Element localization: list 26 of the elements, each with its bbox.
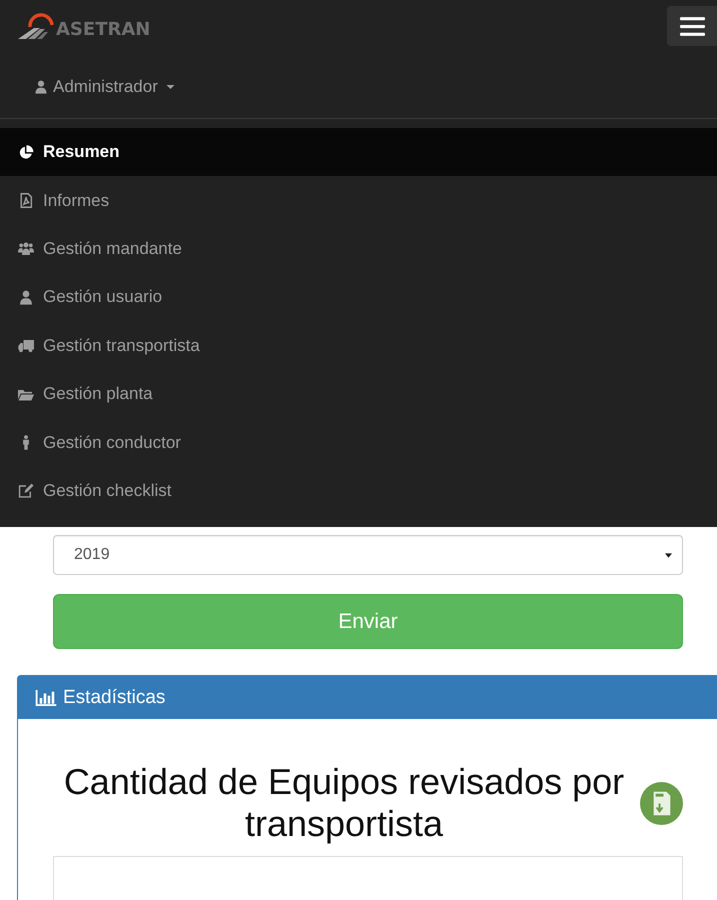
menu-button[interactable] xyxy=(667,6,717,46)
users-icon xyxy=(18,241,34,256)
nav-item[interactable]: Informes xyxy=(0,176,717,225)
panel-title: Estadísticas xyxy=(63,686,166,709)
pdf-file-icon xyxy=(18,193,34,208)
user-menu[interactable]: Administrador xyxy=(34,77,175,97)
menu-icon xyxy=(680,16,704,36)
caret-icon xyxy=(166,85,175,89)
caret-icon xyxy=(665,552,672,558)
nav-item[interactable]: Gestión mandante xyxy=(0,224,717,274)
bar-chart-icon xyxy=(35,690,57,706)
nav-item[interactable]: Resumen xyxy=(0,128,717,176)
nav-item[interactable]: Gestión usuario xyxy=(0,273,717,322)
user-icon xyxy=(34,80,48,94)
truck-icon xyxy=(18,338,34,354)
pie-chart-icon xyxy=(18,144,34,160)
nav-item[interactable]: Gestión transportista xyxy=(0,322,717,370)
chart-title: Cantidad de Equipos revisados por transportista xyxy=(62,761,626,846)
edit-icon xyxy=(18,483,34,498)
nav-item[interactable]: Gestión conductor xyxy=(0,418,717,467)
year-select[interactable]: 2019 xyxy=(53,535,683,576)
download-icon[interactable] xyxy=(640,782,683,825)
nav-item[interactable]: Gestión checklist xyxy=(0,466,717,516)
nav-item[interactable]: Gestión planta xyxy=(0,370,717,418)
user-icon xyxy=(18,290,34,305)
logo-text[interactable]: ASETRAN xyxy=(56,21,150,39)
